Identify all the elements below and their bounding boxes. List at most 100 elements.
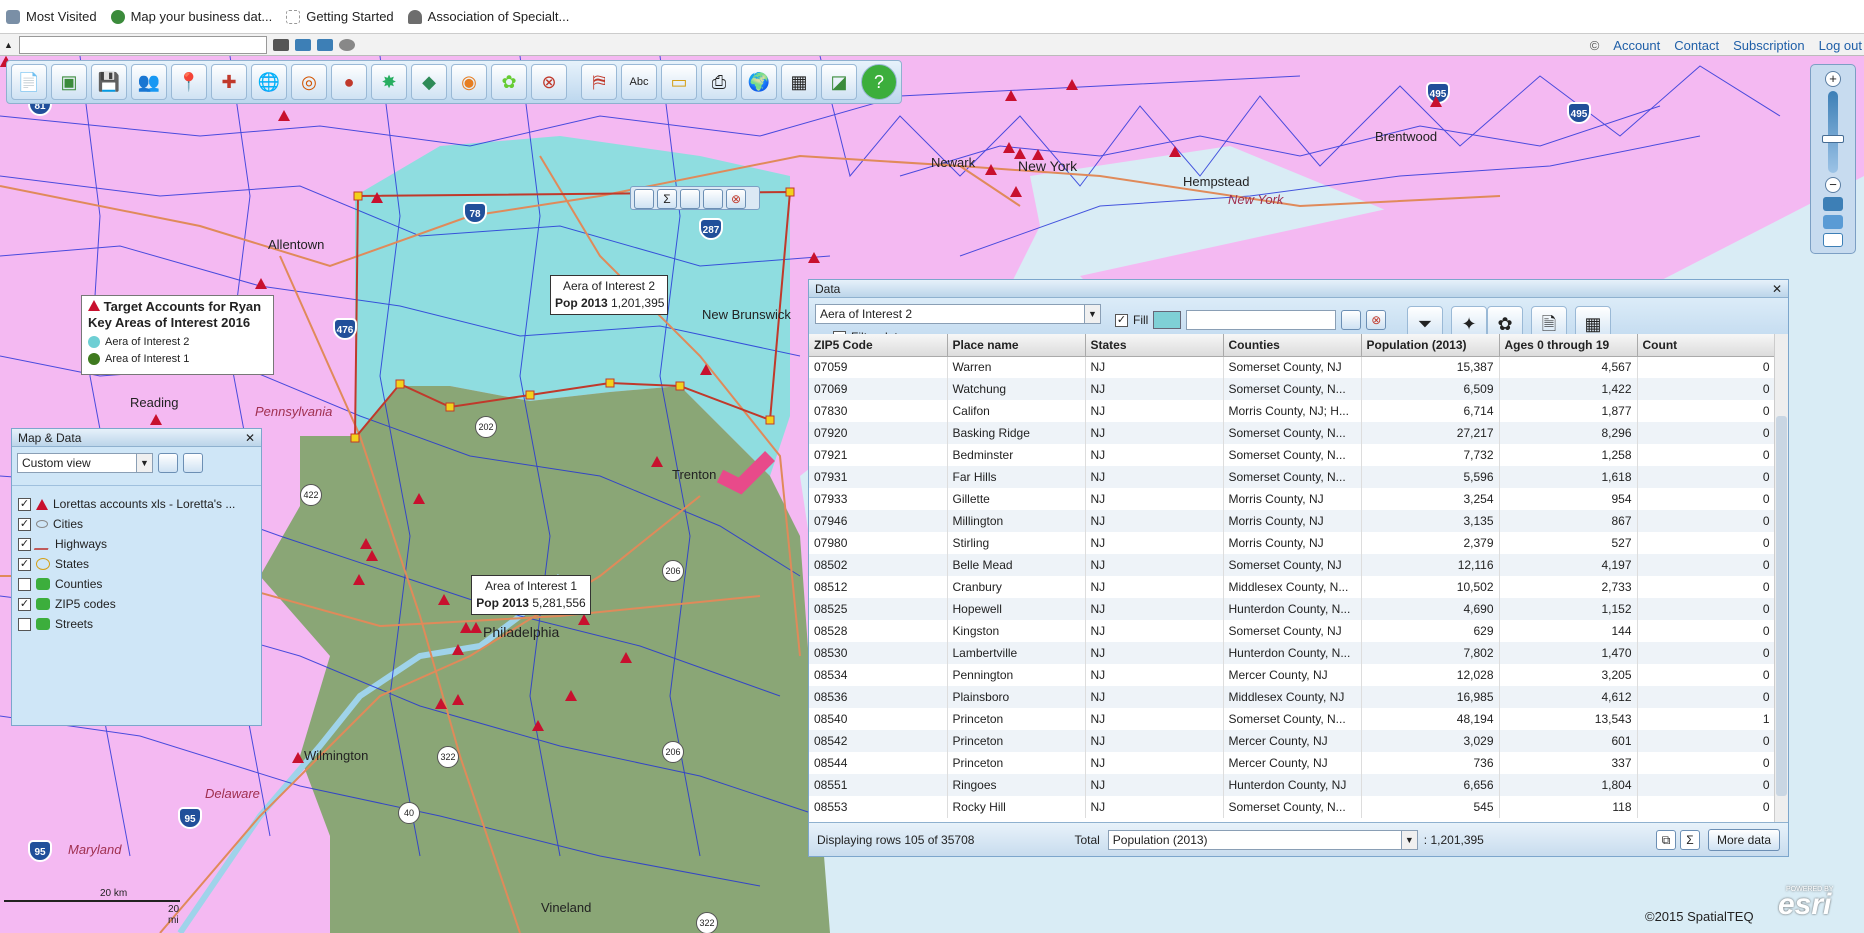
chevron-down-icon[interactable]: ▼ bbox=[1084, 305, 1100, 323]
pan-left-icon[interactable] bbox=[1823, 197, 1843, 211]
bookmark-getting-started[interactable]: Getting Started bbox=[286, 9, 394, 24]
sum-icon[interactable]: Σ bbox=[657, 189, 677, 209]
table-icon[interactable]: ▦ bbox=[781, 64, 817, 100]
table-row[interactable]: 08540 Princeton NJ Somerset County, N... 48,… bbox=[809, 708, 1775, 730]
account-marker[interactable] bbox=[470, 622, 482, 633]
layer-tool-icon[interactable] bbox=[183, 453, 203, 473]
layer-checkbox[interactable]: ✓ bbox=[18, 497, 31, 511]
table-row[interactable]: 07920 Basking Ridge NJ Somerset County, N..… bbox=[809, 422, 1775, 444]
paint-icon[interactable] bbox=[634, 189, 654, 209]
settings-icon[interactable] bbox=[703, 189, 723, 209]
close-icon[interactable]: ✕ bbox=[1772, 282, 1782, 296]
table-row[interactable]: 08525 Hopewell NJ Hunterdon County, N... 4,6… bbox=[809, 598, 1775, 620]
table-scrollbar[interactable] bbox=[1774, 334, 1788, 822]
paint-icon[interactable] bbox=[1341, 310, 1362, 330]
zoom-in-icon[interactable]: + bbox=[1825, 71, 1841, 87]
account-marker[interactable] bbox=[366, 550, 378, 561]
account-marker[interactable] bbox=[452, 644, 464, 655]
more-data-button[interactable]: More data bbox=[1707, 829, 1780, 851]
bookmark-map-business[interactable]: Map your business dat... bbox=[110, 9, 272, 24]
add-layer-icon[interactable]: ✚ bbox=[211, 64, 247, 100]
layer-item[interactable]: ✓ ZIP5 codes bbox=[12, 594, 261, 614]
open-map-icon[interactable]: ▣ bbox=[51, 64, 87, 100]
layer-item[interactable]: ✓ Lorettas accounts xls - Loretta's ... bbox=[12, 494, 261, 514]
account-marker[interactable] bbox=[1169, 146, 1181, 157]
bubble-icon[interactable]: ✸ bbox=[371, 64, 407, 100]
account-marker[interactable] bbox=[532, 720, 544, 731]
table-row[interactable]: 08542 Princeton NJ Mercer County, NJ 3,029 60… bbox=[809, 730, 1775, 752]
layer-item[interactable]: ✓ States bbox=[12, 554, 261, 574]
label-icon[interactable]: Abc bbox=[621, 64, 657, 100]
layer-item[interactable]: ✓ Highways bbox=[12, 534, 261, 554]
close-icon[interactable]: ✕ bbox=[245, 431, 255, 445]
copy-icon[interactable]: ⧉ bbox=[1656, 830, 1676, 850]
column-header[interactable]: Place name bbox=[947, 334, 1086, 357]
account-marker[interactable] bbox=[651, 456, 663, 467]
table-row[interactable]: 07830 Califon NJ Morris County, NJ; H... 6,7… bbox=[809, 400, 1775, 422]
eraser-icon[interactable]: ◪ bbox=[821, 64, 857, 100]
new-map-icon[interactable]: 📄 bbox=[11, 64, 47, 100]
logout-link[interactable]: Log out bbox=[1819, 38, 1862, 53]
search-input[interactable] bbox=[1186, 310, 1337, 330]
zoom-slider[interactable] bbox=[1822, 91, 1844, 173]
account-marker[interactable] bbox=[700, 364, 712, 375]
bookmark-association[interactable]: Association of Specialt... bbox=[407, 9, 569, 24]
subscription-link[interactable]: Subscription bbox=[1733, 38, 1805, 53]
export-globe-icon[interactable]: 🌍 bbox=[741, 64, 777, 100]
table-row[interactable]: 08534 Pennington NJ Mercer County, NJ 12,028… bbox=[809, 664, 1775, 686]
column-header[interactable]: Count bbox=[1637, 334, 1775, 357]
table-row[interactable]: 08528 Kingston NJ Somerset County, NJ 629 144… bbox=[809, 620, 1775, 642]
column-header[interactable]: Population (2013) bbox=[1361, 334, 1500, 357]
account-marker[interactable] bbox=[1066, 79, 1078, 90]
settings-icon[interactable] bbox=[338, 38, 355, 51]
puzzle-icon[interactable]: ✿ bbox=[491, 64, 527, 100]
account-marker[interactable] bbox=[1430, 96, 1442, 107]
panel-titlebar[interactable]: Data ✕ bbox=[809, 280, 1788, 298]
column-header[interactable]: Ages 0 through 19 bbox=[1499, 334, 1638, 357]
fill-checkbox[interactable]: ✓ bbox=[1115, 313, 1128, 327]
table-row[interactable]: 07946 Millington NJ Morris County, NJ 3,135 8… bbox=[809, 510, 1775, 532]
forward-icon[interactable] bbox=[316, 38, 333, 51]
account-marker[interactable] bbox=[438, 594, 450, 605]
clear-icon[interactable]: ⊗ bbox=[531, 64, 567, 100]
chevron-down-icon[interactable]: ▼ bbox=[1400, 830, 1417, 849]
table-row[interactable]: 07933 Gillette NJ Morris County, NJ 3,254 954… bbox=[809, 488, 1775, 510]
table-row[interactable]: 07931 Far Hills NJ Somerset County, N... 5,5… bbox=[809, 466, 1775, 488]
account-marker[interactable] bbox=[578, 614, 590, 625]
table-row[interactable]: 07069 Watchung NJ Somerset County, N... 6,50… bbox=[809, 378, 1775, 400]
layer-checkbox[interactable] bbox=[18, 617, 31, 631]
zoom-extent-icon[interactable] bbox=[1823, 215, 1843, 229]
table-row[interactable]: 07059 Warren NJ Somerset County, NJ 15,387 4,… bbox=[809, 356, 1775, 378]
pan-icon[interactable] bbox=[272, 38, 289, 51]
cluster-icon[interactable]: ● bbox=[331, 64, 367, 100]
scrollbar-thumb[interactable] bbox=[1776, 416, 1787, 796]
table-row[interactable]: 08502 Belle Mead NJ Somerset County, NJ 12,1… bbox=[809, 554, 1775, 576]
account-marker[interactable] bbox=[985, 164, 997, 175]
save-map-icon[interactable]: 💾 bbox=[91, 64, 127, 100]
layer-item[interactable]: ✓ Cities bbox=[12, 514, 261, 534]
account-marker[interactable] bbox=[435, 698, 447, 709]
delete-icon[interactable]: ⊗ bbox=[1366, 310, 1387, 330]
view-select[interactable]: Custom view ▼ bbox=[17, 453, 153, 473]
account-marker[interactable] bbox=[150, 414, 162, 425]
table-row[interactable]: 07921 Bedminster NJ Somerset County, N... 7,… bbox=[809, 444, 1775, 466]
account-marker[interactable] bbox=[360, 538, 372, 549]
account-marker[interactable] bbox=[371, 192, 383, 203]
radius-icon[interactable]: ◎ bbox=[291, 64, 327, 100]
area-select[interactable]: Aera of Interest 2 ▼ bbox=[815, 304, 1101, 324]
settings-icon[interactable] bbox=[158, 453, 178, 473]
account-marker[interactable] bbox=[255, 278, 267, 289]
account-marker[interactable] bbox=[1010, 186, 1022, 197]
account-marker[interactable] bbox=[808, 252, 820, 263]
bookmark-most-visited[interactable]: Most Visited bbox=[6, 9, 97, 24]
column-header[interactable]: ZIP5 Code bbox=[809, 334, 948, 357]
collapse-arrow-icon[interactable]: ▲ bbox=[4, 40, 13, 50]
table-row[interactable]: 07980 Stirling NJ Morris County, NJ 2,379 527… bbox=[809, 532, 1775, 554]
route-icon[interactable]: ⛿ bbox=[581, 64, 617, 100]
help-icon[interactable]: ? bbox=[861, 64, 897, 100]
layer-checkbox[interactable]: ✓ bbox=[18, 557, 31, 571]
account-marker[interactable] bbox=[413, 493, 425, 504]
column-header[interactable]: States bbox=[1085, 334, 1224, 357]
layer-item[interactable]: Streets bbox=[12, 614, 261, 634]
back-icon[interactable] bbox=[294, 38, 311, 51]
